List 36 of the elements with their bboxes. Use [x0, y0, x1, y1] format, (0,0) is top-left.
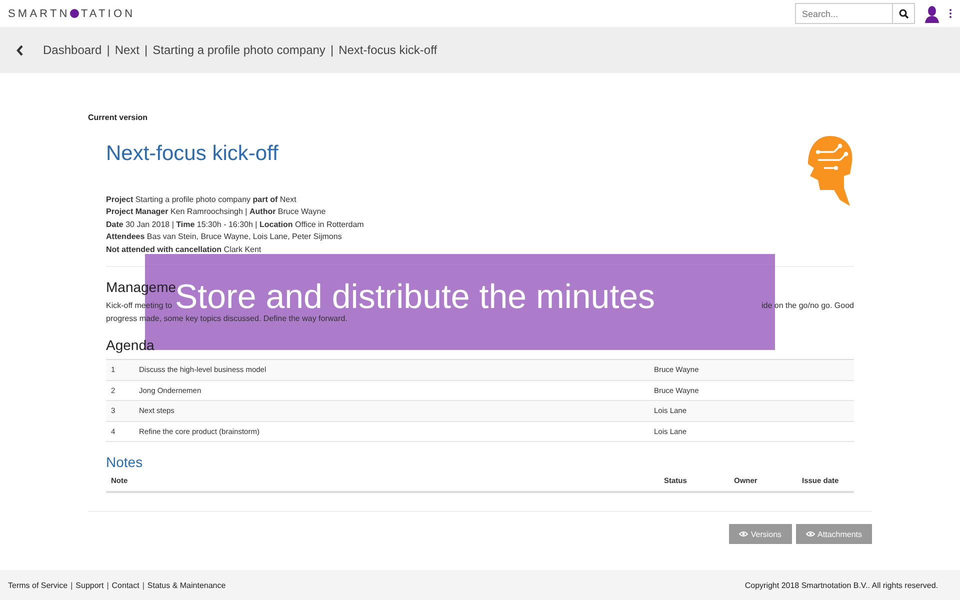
footer-link[interactable]: Support	[76, 580, 104, 590]
copyright-text: Copyright 2018 Smartnotation B.V.. All rights reserved.	[744, 580, 938, 590]
caption-text: Store and distribute the minutes	[175, 278, 656, 316]
separator: |	[142, 580, 144, 590]
separator: |	[106, 43, 110, 57]
meta-line: Project Starting a profile photo company part of Next	[106, 194, 298, 206]
breadcrumb-link[interactable]: Next-focus kick-off	[338, 43, 438, 57]
meta-line: Date 30 Jan 2018 | Time 15:30h - 16:30h | Location Office in Rotterdam	[106, 218, 365, 231]
search-icon	[898, 8, 908, 18]
back-icon[interactable]	[16, 44, 24, 56]
search-button[interactable]	[893, 3, 915, 24]
breadcrumb-link[interactable]: Starting a profile photo company	[152, 43, 326, 57]
breadcrumb-link[interactable]: Next	[114, 43, 140, 57]
meta-line: Attendees Bas van Stein, Bruce Wayne, Lois Lane, Peter Sijmons	[106, 231, 343, 244]
eye-icon	[806, 531, 815, 538]
separator: |	[106, 580, 109, 590]
breadcrumb-link[interactable]: Dashboard	[43, 43, 102, 57]
separator: |	[144, 43, 148, 57]
user-avatar-icon[interactable]	[925, 4, 939, 22]
separator: |	[70, 580, 73, 590]
meta-line: Not attended with cancellation Clark Kent	[106, 244, 262, 256]
eye-icon	[738, 531, 748, 538]
more-menu-icon[interactable]	[949, 9, 952, 18]
footer-link[interactable]: Terms of Service	[8, 580, 68, 590]
footer-link[interactable]: Status & Maintenance	[147, 580, 226, 590]
logo-text: TATION	[80, 8, 136, 20]
version-label: Current version	[88, 113, 149, 122]
footer-link[interactable]: Contact	[112, 580, 140, 590]
separator: |	[330, 43, 334, 57]
logo-text: SMARTN	[8, 8, 70, 20]
page-title: Next-focus kick-off	[106, 142, 278, 166]
head-circuit-icon	[806, 134, 854, 206]
search-field[interactable]: Search...	[795, 3, 893, 24]
section-heading: Notes	[106, 454, 144, 470]
meta-line: Project Manager Ken Ramroochsingh | Author Bruce Wayne	[106, 206, 327, 218]
logo-dot-icon	[70, 9, 79, 18]
